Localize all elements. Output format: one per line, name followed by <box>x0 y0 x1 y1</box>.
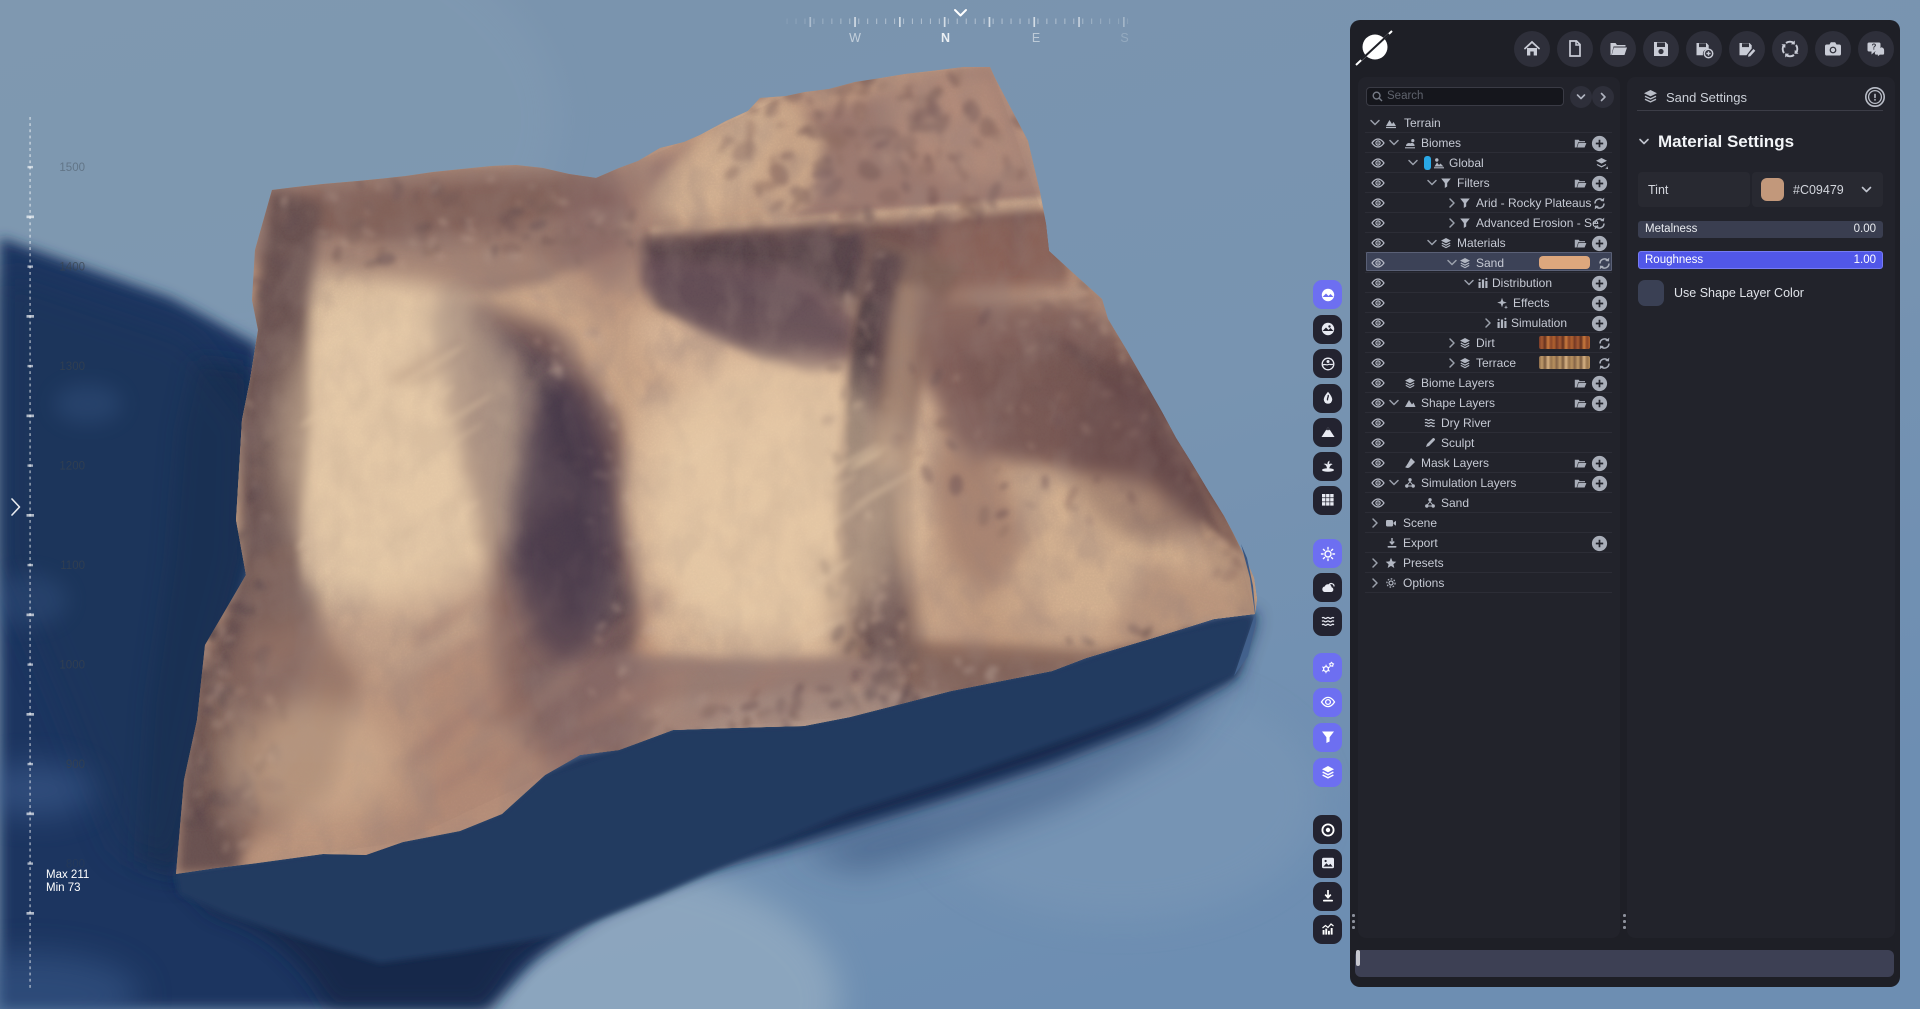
svg-text:1500: 1500 <box>59 162 85 174</box>
svg-text:Min 73: Min 73 <box>46 882 81 894</box>
svg-text:1400: 1400 <box>59 262 85 274</box>
svg-text:N: N <box>941 31 950 45</box>
svg-text:1200: 1200 <box>59 461 85 473</box>
svg-text:900: 900 <box>66 759 85 771</box>
svg-text:1100: 1100 <box>60 560 85 572</box>
svg-text:E: E <box>1032 31 1040 45</box>
svg-text:W: W <box>849 31 861 45</box>
svg-text:Max 211: Max 211 <box>46 869 89 881</box>
svg-text:S: S <box>1120 31 1128 45</box>
svg-text:1300: 1300 <box>59 361 85 373</box>
svg-text:1000: 1000 <box>59 660 85 672</box>
svg-text:?: ? <box>1871 42 1876 51</box>
